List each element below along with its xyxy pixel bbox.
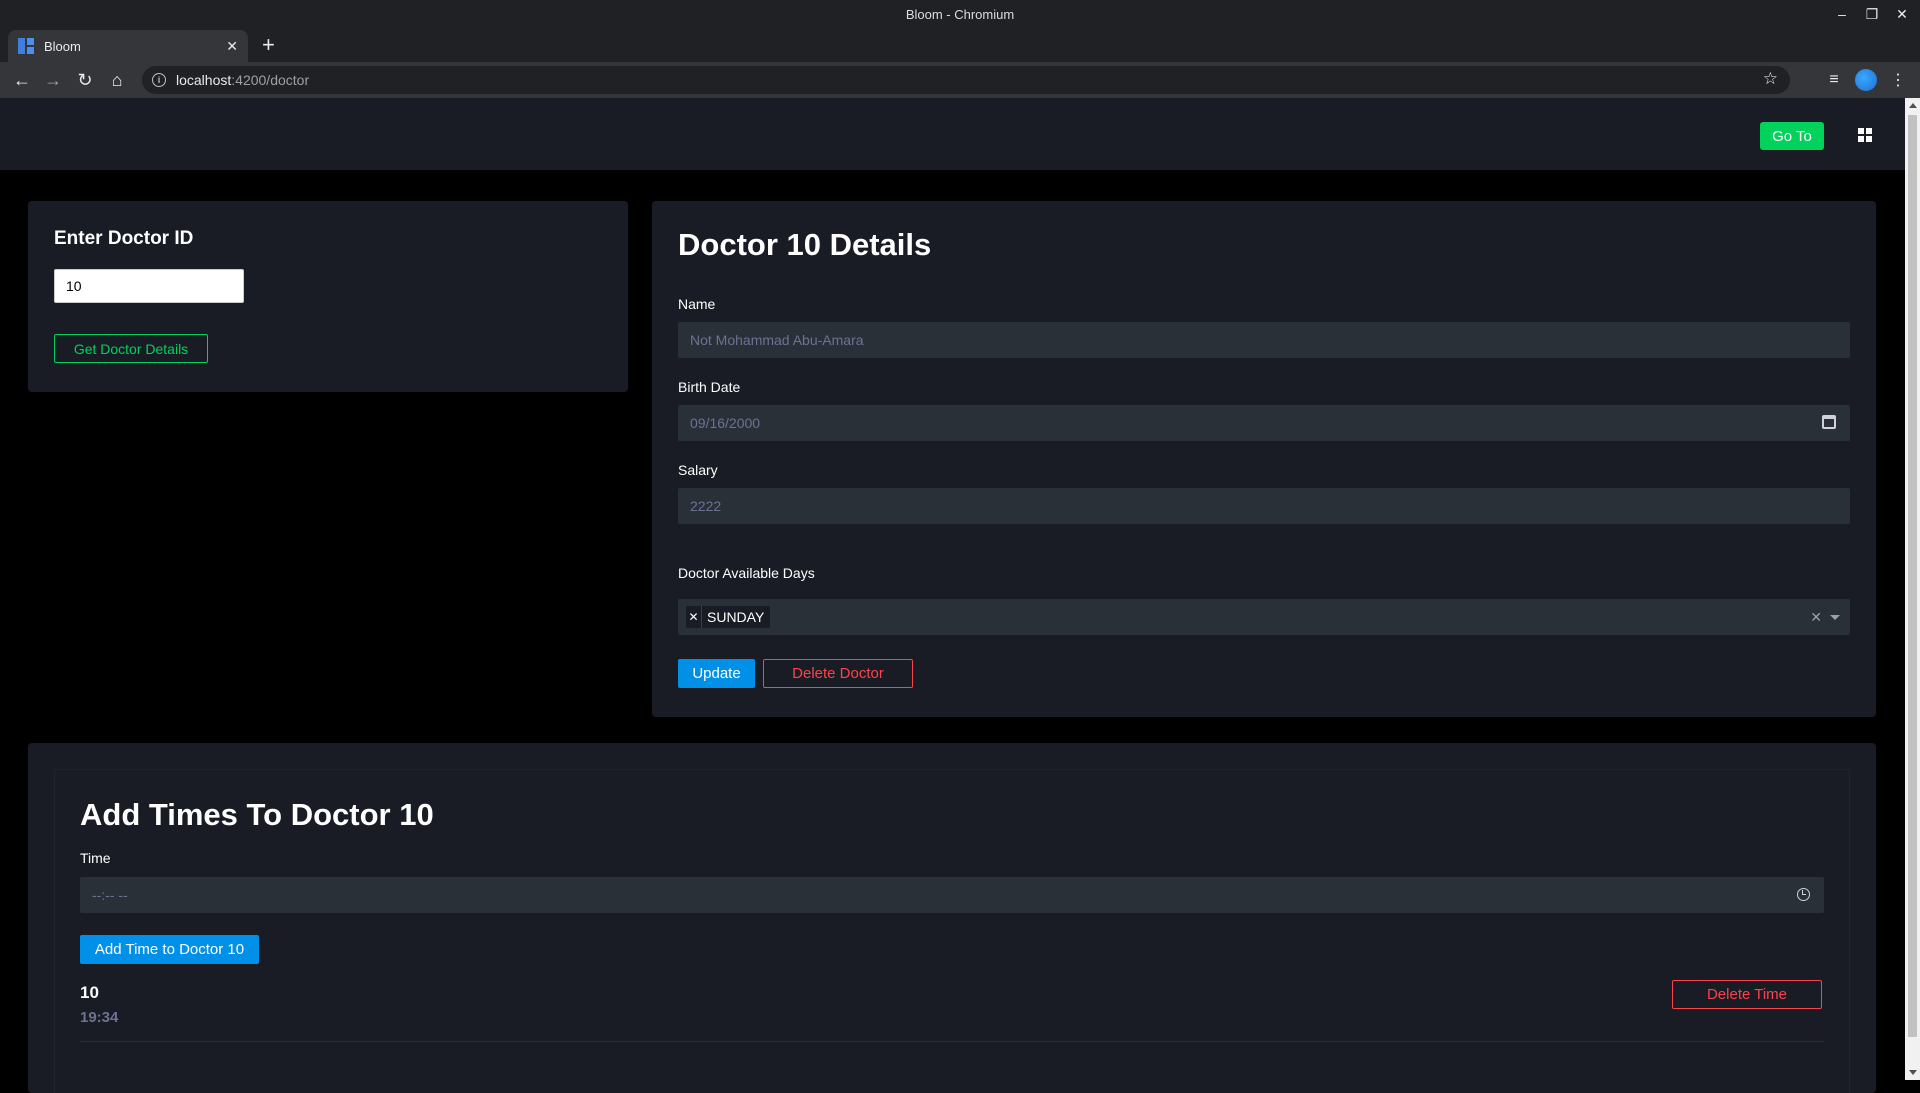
time-entry-time: 19:34	[80, 1009, 119, 1026]
birth-date-field[interactable]: 09/16/2000	[678, 405, 1850, 441]
birth-date-value: 09/16/2000	[690, 415, 761, 431]
times-heading: Add Times To Doctor 10	[80, 797, 434, 832]
doctor-times-card: Add Times To Doctor 10 Time --:-- -- Add…	[28, 743, 1876, 1093]
update-button[interactable]: Update	[678, 659, 755, 688]
bookmark-star-icon[interactable]: ☆	[1763, 69, 1778, 89]
add-time-button[interactable]: Add Time to Doctor 10	[80, 935, 259, 964]
page-scrollbar[interactable]	[1905, 98, 1920, 1080]
url-host: localhost	[176, 72, 232, 88]
name-value: Not Mohammad Abu-Amara	[690, 332, 864, 348]
scroll-thumb[interactable]	[1908, 115, 1917, 1037]
scroll-down-icon[interactable]	[1909, 1070, 1917, 1075]
delete-doctor-button[interactable]: Delete Doctor	[763, 659, 913, 688]
window-controls: – ❐ ✕	[1832, 4, 1912, 24]
site-info-icon[interactable]: i	[152, 73, 166, 87]
tab-strip: Bloom ✕ +	[0, 28, 1920, 62]
url-path: :4200/doctor	[231, 72, 310, 88]
back-icon[interactable]: ←	[10, 68, 34, 92]
window-titlebar: Bloom - Chromium – ❐ ✕	[0, 0, 1920, 28]
time-entry-id: 10	[80, 983, 99, 1002]
close-window-icon[interactable]: ✕	[1892, 4, 1912, 24]
get-doctor-details-button[interactable]: Get Doctor Details	[54, 334, 208, 363]
media-queue-icon[interactable]: ≡	[1822, 68, 1846, 92]
apps-grid-icon[interactable]	[1858, 128, 1872, 142]
chevron-down-icon[interactable]	[1830, 615, 1840, 620]
salary-label: Salary	[678, 462, 718, 478]
day-chip-label: SUNDAY	[707, 609, 765, 625]
clock-icon[interactable]	[1797, 888, 1810, 901]
browser-tab[interactable]: Bloom ✕	[8, 30, 248, 62]
home-icon[interactable]: ⌂	[105, 68, 129, 92]
clear-selection-icon[interactable]: ✕	[1810, 609, 1822, 626]
window-title: Bloom - Chromium	[905, 7, 1015, 22]
restore-icon[interactable]: ❐	[1862, 4, 1882, 24]
calendar-icon[interactable]	[1822, 415, 1836, 429]
browser-menu-icon[interactable]: ⋮	[1886, 68, 1910, 92]
doctor-id-input[interactable]	[54, 269, 244, 303]
app-navbar: Go To	[0, 98, 1905, 170]
salary-field[interactable]: 2222	[678, 488, 1850, 524]
time-label: Time	[80, 850, 111, 866]
delete-time-button[interactable]: Delete Time	[1672, 980, 1822, 1009]
page-content: Go To Enter Doctor ID Get Doctor Details…	[0, 98, 1905, 1093]
remove-chip-icon[interactable]: ✕	[686, 606, 702, 628]
time-input[interactable]: --:-- --	[80, 877, 1824, 913]
row-divider	[80, 1041, 1824, 1042]
forward-icon[interactable]: →	[41, 68, 65, 92]
close-tab-icon[interactable]: ✕	[226, 38, 238, 55]
browser-toolbar: ← → ↻ ⌂ i localhost:4200/doctor ☆ ≡ ⋮	[0, 62, 1920, 98]
day-chip: ✕ SUNDAY	[686, 606, 771, 628]
time-placeholder: --:-- --	[92, 887, 128, 903]
minimize-icon[interactable]: –	[1832, 4, 1852, 24]
address-bar[interactable]: i localhost:4200/doctor ☆	[142, 66, 1790, 94]
go-to-button[interactable]: Go To	[1760, 122, 1824, 150]
details-heading: Doctor 10 Details	[678, 227, 932, 262]
name-field[interactable]: Not Mohammad Abu-Amara	[678, 322, 1850, 358]
reload-icon[interactable]: ↻	[73, 68, 97, 92]
profile-avatar[interactable]	[1854, 68, 1878, 92]
birth-date-label: Birth Date	[678, 379, 741, 395]
doctor-details-card: Doctor 10 Details Name Not Mohammad Abu-…	[652, 201, 1876, 717]
salary-value: 2222	[690, 498, 722, 514]
bloom-favicon-icon	[18, 38, 34, 54]
new-tab-icon[interactable]: +	[262, 34, 275, 56]
tab-title: Bloom	[44, 38, 81, 54]
available-days-label: Doctor Available Days	[678, 565, 815, 581]
lookup-heading: Enter Doctor ID	[54, 228, 194, 249]
name-label: Name	[678, 296, 716, 312]
scroll-up-icon[interactable]	[1909, 103, 1917, 108]
doctor-lookup-card: Enter Doctor ID Get Doctor Details	[28, 201, 628, 392]
available-days-select[interactable]: ✕ SUNDAY ✕	[678, 599, 1850, 635]
